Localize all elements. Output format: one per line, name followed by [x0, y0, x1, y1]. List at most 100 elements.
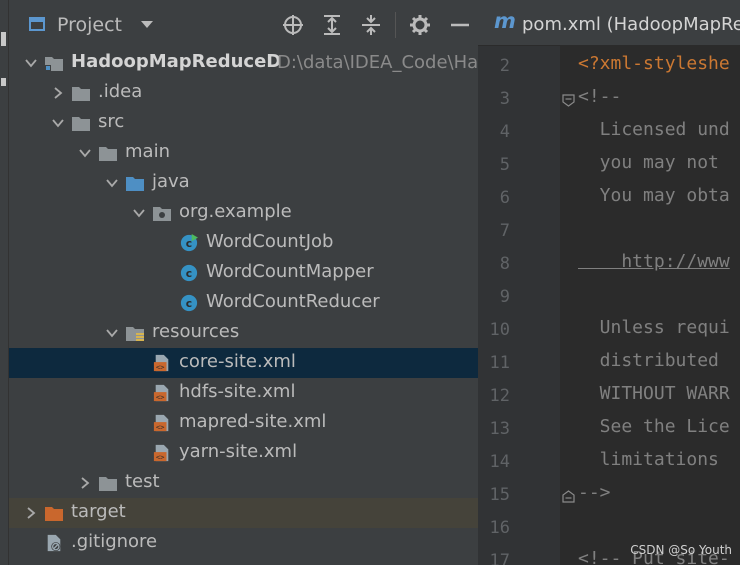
project-tool-window: Project HadoopMapReduceD D:\data\IDEA_Co… — [9, 0, 478, 565]
tree-row[interactable]: org.example — [9, 198, 478, 228]
tab-label: pom.xml (HadoopMapRe — [522, 14, 740, 35]
tree-item-label: main — [125, 141, 170, 162]
expand-all-icon[interactable] — [321, 14, 343, 36]
code-line: Licensed und — [578, 119, 730, 140]
minimize-icon[interactable] — [449, 14, 471, 36]
code-line: See the Lice — [578, 416, 730, 437]
tree-item-label: src — [98, 111, 125, 132]
chevron-right-icon[interactable] — [25, 507, 37, 519]
tree-row[interactable]: c WordCountReducer — [9, 288, 478, 318]
code-line: Unless requi — [578, 317, 730, 338]
line-number: 8 — [499, 254, 510, 274]
gear-icon[interactable] — [409, 14, 431, 36]
tree-item-label: .idea — [98, 81, 143, 102]
chevron-down-icon[interactable] — [79, 147, 91, 159]
tree-item-label: resources — [152, 321, 240, 342]
line-number: 2 — [499, 56, 510, 76]
tree-row[interactable]: c WordCountJob — [9, 228, 478, 258]
tree-row[interactable]: resources — [9, 318, 478, 348]
chevron-down-icon[interactable] — [52, 117, 64, 129]
tree-row[interactable]: src — [9, 108, 478, 138]
tree-row[interactable]: <> yarn-site.xml — [9, 438, 478, 468]
excluded-folder-icon — [45, 507, 63, 521]
source-folder-icon — [126, 177, 144, 191]
svg-text:c: c — [186, 237, 192, 250]
folder-icon — [99, 147, 117, 161]
chevron-down-icon[interactable] — [25, 57, 37, 69]
svg-text:<>: <> — [156, 362, 165, 371]
fold-marker-icon[interactable] — [562, 94, 575, 107]
chevron-right-icon[interactable] — [52, 87, 64, 99]
module-path: D:\data\IDEA_Code\Had — [277, 52, 478, 73]
tree-item-label: hdfs-site.xml — [179, 381, 296, 402]
svg-text:c: c — [186, 267, 192, 280]
collapse-all-icon[interactable] — [360, 14, 382, 36]
project-panel-header: Project — [9, 0, 478, 46]
tree-item-label: yarn-site.xml — [179, 441, 298, 462]
fold-marker-icon[interactable] — [562, 490, 575, 503]
tree-row[interactable]: main — [9, 138, 478, 168]
line-number: 5 — [499, 155, 510, 175]
folder-icon — [99, 477, 117, 491]
line-number: 3 — [499, 89, 510, 109]
code-line: --> — [578, 482, 611, 503]
tree-item-label: java — [152, 171, 190, 192]
class-icon: c — [180, 294, 198, 312]
svg-text:<>: <> — [156, 422, 165, 431]
maven-icon: m — [494, 9, 516, 33]
folder-icon — [72, 87, 90, 101]
watermark: CSDN @So Youth — [630, 543, 732, 557]
tree-item-label: WordCountReducer — [206, 291, 380, 312]
code-line: <?xml-styleshe — [578, 53, 730, 74]
chevron-down-icon[interactable] — [133, 207, 145, 219]
svg-text:<>: <> — [156, 452, 165, 461]
code-line: limitations — [578, 449, 719, 470]
class-runnable-icon: c — [180, 234, 198, 252]
tree-row[interactable]: test — [9, 468, 478, 498]
line-number: 7 — [499, 221, 510, 241]
tool-window-marker[interactable] — [1, 32, 6, 46]
tree-row[interactable]: <> hdfs-site.xml — [9, 378, 478, 408]
editor-area: m pom.xml (HadoopMapRe 2 <?xml-styleshe 3 <… — [478, 0, 740, 565]
chevron-down-icon[interactable] — [106, 177, 118, 189]
editor-tab[interactable]: m pom.xml (HadoopMapRe — [478, 0, 740, 46]
module-folder-icon — [45, 57, 63, 71]
tree-item-label: org.example — [179, 201, 292, 222]
tree-item-label: WordCountJob — [206, 231, 334, 252]
chevron-right-icon[interactable] — [79, 477, 91, 489]
tree-row[interactable]: <> mapred-site.xml — [9, 408, 478, 438]
locate-icon[interactable] — [282, 14, 304, 36]
xml-file-icon: <> — [153, 444, 169, 461]
line-number: 16 — [489, 518, 510, 538]
line-number: 14 — [489, 452, 510, 472]
project-window-icon — [29, 17, 45, 31]
tree-row[interactable]: <> core-site.xml — [9, 348, 478, 378]
tree-item-label: mapred-site.xml — [179, 411, 327, 432]
panel-title[interactable]: Project — [57, 14, 122, 36]
package-icon — [153, 207, 171, 221]
tree-row[interactable]: c WordCountMapper — [9, 258, 478, 288]
code-line: WITHOUT WARR — [578, 383, 730, 404]
class-icon: c — [180, 264, 198, 282]
tool-window-marker[interactable] — [1, 78, 6, 86]
chevron-down-icon[interactable] — [106, 327, 118, 339]
folder-icon — [72, 117, 90, 131]
tree-row[interactable]: java — [9, 168, 478, 198]
svg-text:<>: <> — [156, 392, 165, 401]
code-line: <!-- — [578, 86, 622, 107]
tree-row[interactable]: target — [9, 498, 478, 528]
line-number: 10 — [489, 320, 510, 340]
tree-row[interactable]: HadoopMapReduceD D:\data\IDEA_Code\Had — [9, 48, 478, 78]
svg-text:c: c — [186, 297, 192, 310]
chevron-down-icon[interactable] — [141, 21, 153, 28]
tree-item-label: .gitignore — [71, 531, 158, 552]
tree-row[interactable]: .idea — [9, 78, 478, 108]
xml-file-icon: <> — [153, 384, 169, 401]
line-number: 13 — [489, 419, 510, 439]
tree-item-label: test — [125, 471, 160, 492]
tree-row[interactable]: .gitignore — [9, 528, 478, 558]
toolbar-divider — [395, 12, 396, 38]
line-number: 11 — [489, 353, 510, 373]
line-number: 4 — [499, 122, 510, 142]
code-line: you may not — [578, 152, 719, 173]
